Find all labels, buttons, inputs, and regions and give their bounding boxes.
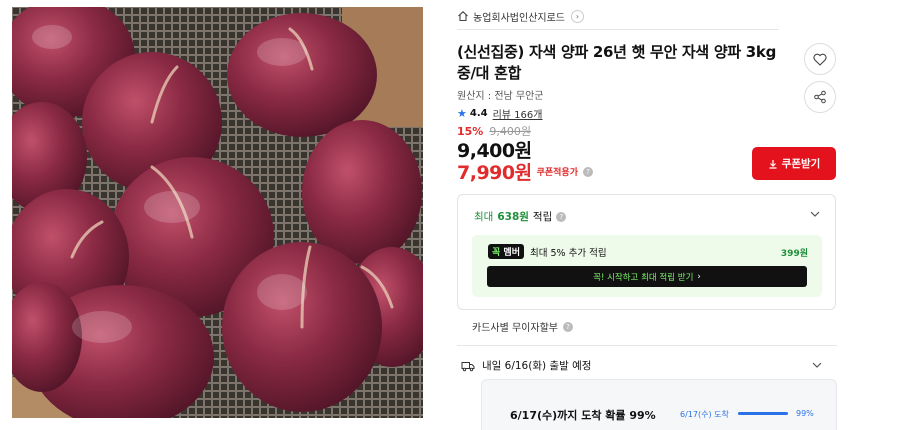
help-icon[interactable]: ?	[562, 321, 573, 332]
rating-row: ★ 4.4 리뷰 166개	[457, 106, 542, 121]
membership-badge: 꼭 멤버	[488, 244, 524, 259]
rating-score: 4.4	[469, 108, 488, 119]
download-icon	[769, 159, 777, 169]
shipping-text: 내일 6/16(화) 출발 예정	[482, 360, 592, 372]
divider	[457, 29, 779, 30]
points-prefix: 최대	[474, 211, 494, 223]
membership-start-button[interactable]: 꼭! 시작하고 최대 적립 받기 ›	[487, 266, 807, 287]
membership-cta-label: 꼭! 시작하고 최대 적립 받기	[593, 272, 694, 283]
store-name: 농업회사법인산지로드	[473, 12, 565, 24]
heart-icon	[813, 53, 827, 66]
origin-text: 원산지 : 전남 무안군	[457, 91, 544, 102]
points-amount: 638원	[497, 211, 529, 223]
points-summary[interactable]: 최대 638원 적립 ?	[474, 209, 567, 224]
points-panel: 최대 638원 적립 ? 꼭 멤버 최대 5% 추가 적립 399원 꼭! 시작…	[457, 194, 836, 310]
chevron-down-icon[interactable]	[809, 208, 821, 220]
review-count-link[interactable]: 리뷰 166개	[493, 106, 543, 121]
home-icon	[458, 11, 468, 22]
arrival-date: 6/17(수) 도착	[680, 410, 729, 419]
badge-text: 멤버	[503, 248, 520, 258]
coupon-price-label: 쿠폰적용가	[536, 168, 578, 178]
coupon-price-row: 7,990원 쿠폰적용가 ?	[457, 158, 593, 185]
product-image[interactable]	[12, 7, 423, 418]
arrival-headline: 6/17(수)까지 도착 확률 99%	[510, 409, 656, 422]
chevron-right-icon: ›	[697, 271, 701, 282]
help-icon[interactable]: ?	[556, 211, 567, 222]
divider	[457, 345, 837, 346]
membership-promo: 꼭 멤버 최대 5% 추가 적립 399원 꼭! 시작하고 최대 적립 받기 ›	[472, 235, 822, 297]
arrival-probability: 99%	[796, 409, 814, 418]
get-coupon-label: 쿠폰받기	[781, 158, 821, 170]
points-suffix: 적립	[532, 211, 553, 223]
star-icon: ★	[457, 107, 467, 120]
membership-text: 최대 5% 추가 적립	[529, 247, 607, 259]
membership-amount: 399원	[780, 249, 808, 259]
help-icon[interactable]: ?	[583, 166, 593, 177]
store-link[interactable]: 농업회사법인산지로드 ›	[457, 7, 584, 25]
arrival-estimate: 6/17(수)까지 도착 확률 99% 6/17(수) 도착 99%	[481, 379, 837, 430]
red-onions-illustration	[12, 7, 423, 418]
arrival-probability-fill	[738, 412, 788, 415]
chevron-right-icon: ›	[571, 9, 584, 23]
shipping-row[interactable]: 내일 6/16(화) 출발 예정	[461, 358, 591, 373]
product-title: (신선집중) 자색 양파 26년 햇 무안 자색 양파 3kg 중/대 혼합	[457, 43, 777, 82]
get-coupon-button[interactable]: 쿠폰받기	[752, 147, 836, 180]
membership-row: 꼭 멤버 최대 5% 추가 적립	[488, 244, 607, 259]
chevron-down-icon[interactable]	[811, 359, 823, 371]
wishlist-button[interactable]	[804, 43, 836, 75]
card-installment-text: 카드사별 무이자할부	[472, 323, 558, 334]
truck-icon	[461, 361, 475, 371]
card-installment-row[interactable]: 카드사별 무이자할부 ?	[472, 319, 573, 334]
arrival-probability-bar	[738, 412, 788, 415]
product-page: 농업회사법인산지로드 › (신선집중) 자색 양파 26년 햇 무안 자색 양파…	[0, 0, 900, 430]
share-icon	[814, 90, 826, 104]
coupon-price: 7,990원	[457, 162, 532, 184]
share-button[interactable]	[804, 81, 836, 113]
badge-mark: 꼭	[492, 248, 501, 258]
